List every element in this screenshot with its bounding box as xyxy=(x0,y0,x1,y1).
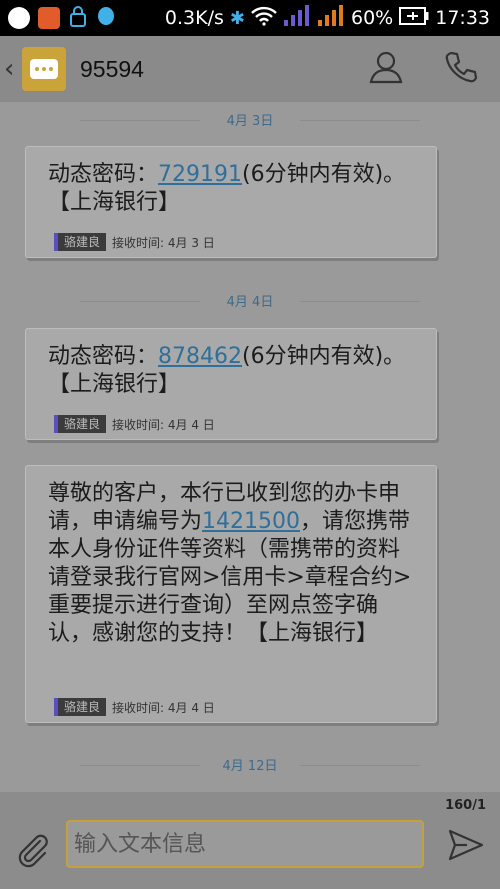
battery-percent: 60% xyxy=(351,7,394,29)
conversation-title: 95594 xyxy=(80,55,144,82)
date-separator: 4月 4日 xyxy=(0,291,500,310)
message-text: 动态密码：878462(6分钟内有效)。【上海银行】 xyxy=(48,344,406,397)
application-number-link[interactable]: 1421500 xyxy=(202,509,300,534)
network-speed: 0.3K/s xyxy=(164,7,224,29)
message-bubble[interactable]: 尊敬的客户，本行已收到您的办卡申请，申请编号为1421500，请您携带本人身份证… xyxy=(25,465,437,723)
app-store-icon xyxy=(38,7,60,29)
battery-icon xyxy=(399,6,429,30)
bluetooth-icon: ✱ xyxy=(229,7,245,29)
back-chevron-icon[interactable]: ‹ xyxy=(4,54,18,84)
date-separator: 4月 3日 xyxy=(0,110,500,129)
clock: 17:33 xyxy=(435,7,490,29)
qq-icon xyxy=(96,5,116,32)
char-counter: 160/1 xyxy=(445,798,486,813)
phone-call-icon[interactable] xyxy=(444,50,478,88)
signal-icon-sim2 xyxy=(317,4,345,32)
compose-bar: 160/1 xyxy=(0,792,500,889)
status-bar: 0.3K/s ✱ 60% 17:33 xyxy=(0,0,500,36)
received-time: 接收时间: 4月 4 日 xyxy=(112,700,215,715)
attachment-paperclip-icon[interactable] xyxy=(14,832,50,872)
contact-person-icon[interactable] xyxy=(368,50,404,88)
message-input[interactable] xyxy=(66,820,424,868)
wifi-icon xyxy=(251,6,277,31)
message-bubble[interactable]: 动态密码：729191(6分钟内有效)。【上海银行】 骆建良 接收时间: 4月 … xyxy=(25,146,437,258)
sim-badge: 骆建良 xyxy=(54,698,107,716)
message-bubble[interactable]: 动态密码：878462(6分钟内有效)。【上海银行】 骆建良 接收时间: 4月 … xyxy=(25,328,437,440)
lock-icon xyxy=(68,5,88,32)
message-text: 尊敬的客户，本行已收到您的办卡申请，申请编号为1421500，请您携带本人身份证… xyxy=(48,481,412,646)
date-separator: 4月 12日 xyxy=(0,755,500,774)
message-thread[interactable]: 4月 3日 动态密码：729191(6分钟内有效)。【上海银行】 骆建良 接收时… xyxy=(0,102,500,792)
sim-badge: 骆建良 xyxy=(54,233,107,251)
signal-icon-sim1 xyxy=(283,4,311,32)
message-text: 动态密码：729191(6分钟内有效)。【上海银行】 xyxy=(48,162,406,215)
send-icon[interactable] xyxy=(448,828,484,866)
browser-icon xyxy=(8,7,30,29)
otp-code-link[interactable]: 729191 xyxy=(158,162,242,187)
received-time: 接收时间: 4月 3 日 xyxy=(112,235,215,250)
received-time: 接收时间: 4月 4 日 xyxy=(112,417,215,432)
sms-app-icon[interactable] xyxy=(22,47,66,91)
otp-code-link[interactable]: 878462 xyxy=(158,344,242,369)
sim-badge: 骆建良 xyxy=(54,415,107,433)
conversation-header: ‹ 95594 xyxy=(0,36,500,102)
